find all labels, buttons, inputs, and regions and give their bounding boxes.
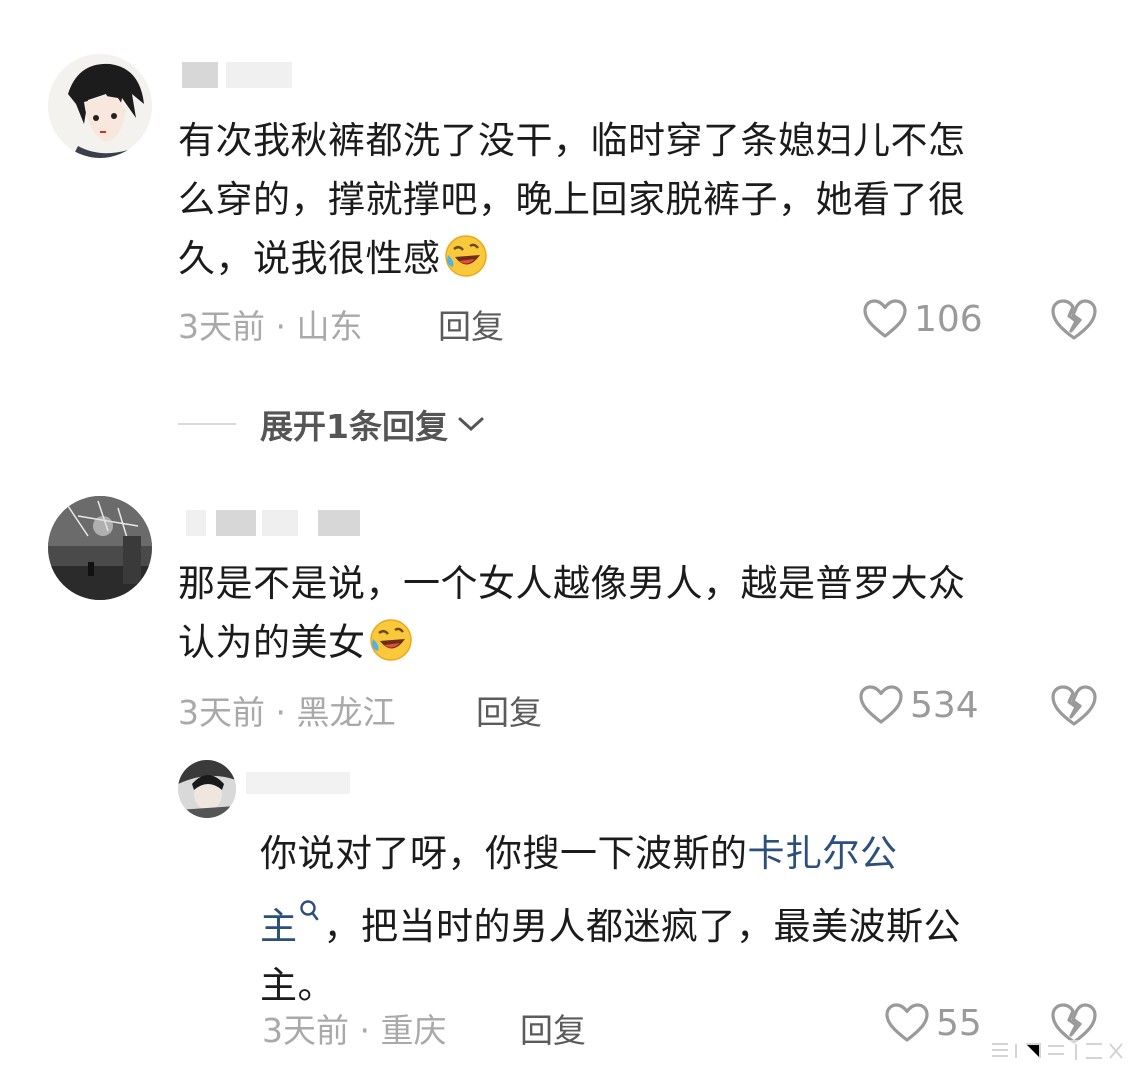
broken-heart-icon [1051,299,1097,340]
dislike-button[interactable] [1050,684,1098,732]
like-count: 106 [914,298,983,340]
rofl-emoji [443,233,489,279]
chevron-down-icon [458,417,484,432]
search-link-kajar-princess-cont[interactable]: 主 [260,905,298,948]
comment-text: 有次我秋裤都洗了没干，临时穿了条媳妇儿不怎 么穿的，撑就撑吧，晚上回家脱裤子，她… [178,119,966,280]
reply-time: 3天前 [262,1011,349,1050]
username-redacted[interactable] [246,772,350,798]
like-count: 534 [910,684,979,726]
heart-outline-icon [863,299,907,338]
divider [178,423,236,425]
avatar[interactable] [48,496,152,600]
heart-outline-icon [859,685,903,724]
like-count: 55 [936,1002,982,1044]
reply-button[interactable]: 回复 [520,1004,586,1052]
comment-time: 3天前 [178,693,265,732]
like-button[interactable]: 55 [884,1002,982,1044]
like-button[interactable]: 534 [858,684,979,726]
avatar[interactable] [48,54,152,158]
comment-meta: 3天前 · 山东 [178,307,363,346]
reply-button[interactable]: 回复 [438,300,504,348]
watermark [986,1036,1136,1066]
comment-meta: 3天前 · 黑龙江 [178,693,396,732]
search-link-kajar-princess[interactable]: 卡扎尔公 [748,832,898,875]
reply-text: 你说对了呀，你搜一下波斯的卡扎尔公 主 ，把当时的男人都迷疯了，最美波斯公 主。 [260,832,961,1007]
avatar[interactable] [178,760,236,818]
reply-location: 重庆 [380,1011,447,1050]
reply-meta: 3天前 · 重庆 [262,1011,447,1050]
comment-location: 黑龙江 [296,693,396,732]
broken-heart-icon [1051,685,1097,726]
username-redacted[interactable] [186,510,360,536]
reply-button[interactable]: 回复 [476,686,542,734]
expand-replies-button[interactable]: 展开1条回复 [178,400,486,448]
search-icon[interactable] [298,883,320,921]
like-button[interactable]: 106 [862,298,983,340]
rofl-emoji [368,617,414,663]
heart-outline-icon [885,1003,929,1042]
comment-text: 那是不是说，一个女人越像男人，越是普罗大众 认为的美女 [178,562,966,664]
comment-location: 山东 [296,307,363,346]
expand-replies-label: 展开1条回复 [260,407,448,446]
username-redacted[interactable] [182,62,292,88]
dislike-button[interactable] [1050,298,1098,346]
comment-time: 3天前 [178,307,265,346]
